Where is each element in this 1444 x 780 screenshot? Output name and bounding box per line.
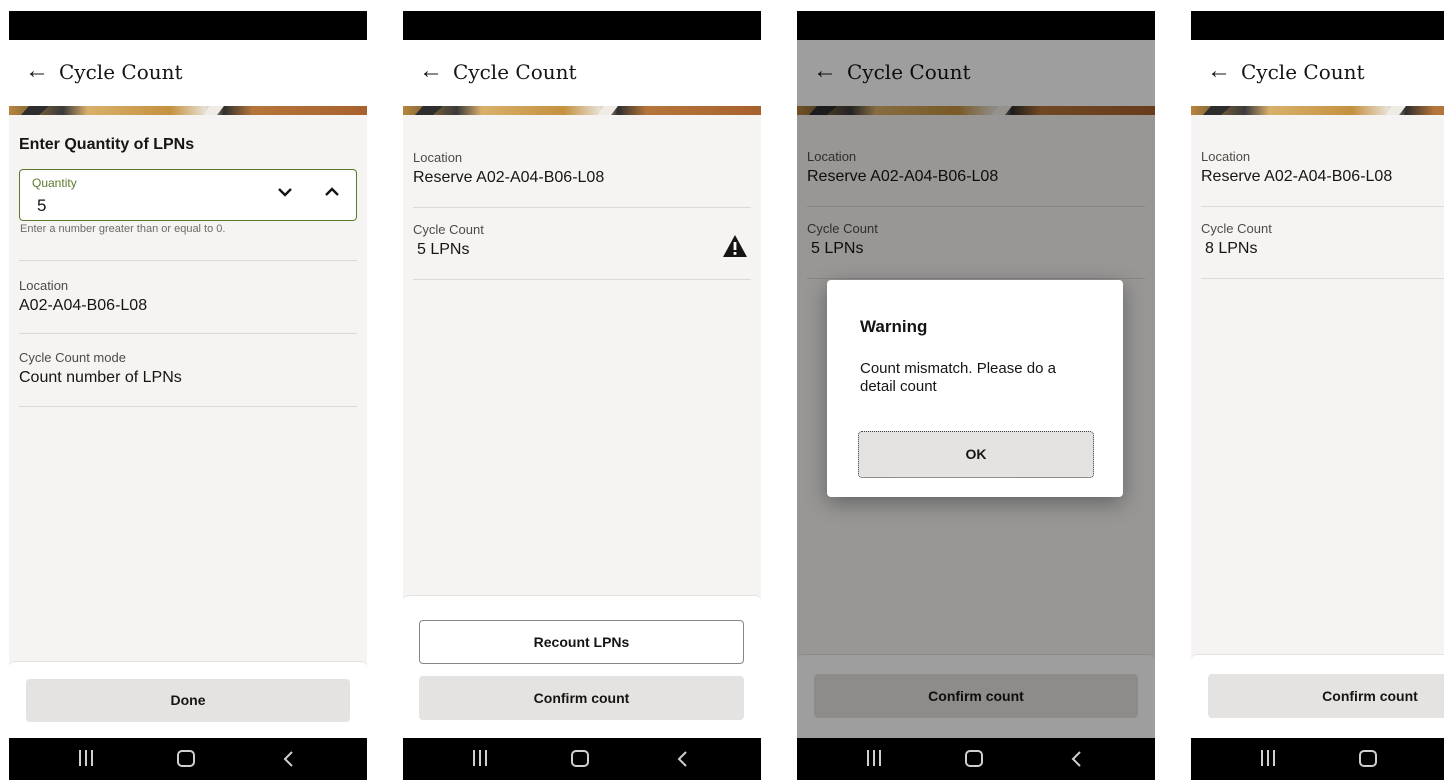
nav-recent-icon[interactable] [473,750,489,768]
location-label: Location [1201,149,1251,164]
ok-button[interactable]: OK [858,431,1094,478]
status-bar [403,11,761,40]
footer-panel: Recount LPNs Confirm count [403,595,761,739]
quantity-help-text: Enter a number greater than or equal to … [20,223,226,235]
dialog-title: Warning [860,317,928,336]
location-label: Location [413,150,463,165]
quantity-stepper[interactable]: Quantity 5 [19,169,357,221]
confirm-count-button[interactable]: Confirm count [419,676,744,720]
cycle-count-field: Cycle Count 5 LPNs [413,222,484,260]
chevron-up-icon[interactable] [324,186,340,198]
location-field: Location Reserve A02-A04-B06-L08 [1201,149,1392,187]
back-arrow-icon[interactable]: ← [419,57,443,85]
cycle-count-label: Cycle Count [413,222,484,237]
warning-icon [723,235,747,257]
nav-home-icon[interactable] [177,750,195,767]
divider [413,279,751,280]
page-title: Cycle Count [453,60,577,84]
nav-home-icon[interactable] [965,750,983,767]
divider [19,260,357,261]
page-title: Cycle Count [1241,60,1365,84]
nav-home-icon[interactable] [1359,750,1377,767]
nav-back-icon[interactable] [675,750,689,768]
chevron-down-icon[interactable] [277,186,293,198]
location-field: Location Reserve A02-A04-B06-L08 [413,150,604,188]
cycle-count-field: Cycle Count 8 LPNs [1201,221,1272,259]
system-nav-bar [9,738,367,780]
cycle-count-label: Cycle Count [1201,221,1272,236]
decorative-banner [9,106,367,115]
screen-mismatch-dialog: ← Cycle Count Location Reserve A02-A04-B… [797,11,1155,780]
back-arrow-icon[interactable]: ← [25,57,49,85]
mode-field: Cycle Count mode Count number of LPNs [19,350,182,388]
nav-back-icon[interactable] [1069,750,1083,768]
screen-enter-quantity: ← Cycle Count Enter Quantity of LPNs Qua… [9,11,367,780]
footer-panel: Confirm count [1191,654,1444,739]
location-label: Location [19,278,69,293]
cycle-count-value: 5 LPNs [417,241,470,258]
nav-recent-icon[interactable] [79,750,95,768]
divider [19,406,357,407]
location-field: Location A02-A04-B06-L08 [19,278,147,316]
content-area: Location Reserve A02-A04-B06-L08 Cycle C… [1191,115,1444,738]
screen-cycle-count-updated: ← Cycle Count Location Reserve A02-A04-B… [1191,11,1444,780]
cycle-count-value: 8 LPNs [1205,240,1258,257]
nav-back-icon[interactable] [281,750,295,768]
divider [1201,278,1444,279]
nav-recent-icon[interactable] [1261,750,1277,768]
system-nav-bar [797,738,1155,780]
location-value: A02-A04-B06-L08 [19,297,148,314]
system-nav-bar [1191,738,1444,780]
page-title: Cycle Count [59,60,183,84]
quantity-input[interactable]: 5 [37,196,46,216]
decorative-banner [403,106,761,115]
section-heading: Enter Quantity of LPNs [19,136,195,153]
app-bar: ← Cycle Count [9,40,367,106]
nav-recent-icon[interactable] [867,750,883,768]
system-nav-bar [403,738,761,780]
app-bar: ← Cycle Count [1191,40,1444,106]
confirm-count-button[interactable]: Confirm count [1208,674,1444,718]
decorative-banner [1191,106,1444,115]
recount-lpns-button[interactable]: Recount LPNs [419,620,744,664]
status-bar [9,11,367,40]
mode-label: Cycle Count mode [19,350,126,365]
location-value: Reserve A02-A04-B06-L08 [1201,168,1393,185]
warning-dialog: Warning Count mismatch. Please do a deta… [827,280,1123,497]
app-bar: ← Cycle Count [403,40,761,106]
screen-cycle-count-warning: ← Cycle Count Location Reserve A02-A04-B… [403,11,761,780]
quantity-label: Quantity [32,176,77,190]
divider [19,333,357,334]
divider [413,207,751,208]
footer-panel: Done [9,661,367,739]
content-area: Enter Quantity of LPNs Quantity 5 Enter … [9,115,367,738]
location-value: Reserve A02-A04-B06-L08 [413,169,605,186]
done-button[interactable]: Done [26,679,350,722]
back-arrow-icon[interactable]: ← [1207,57,1231,85]
nav-home-icon[interactable] [571,750,589,767]
mode-value: Count number of LPNs [19,369,182,386]
status-bar [1191,11,1444,40]
dialog-message: Count mismatch. Please do a detail count [860,360,1056,395]
divider [1201,206,1444,207]
